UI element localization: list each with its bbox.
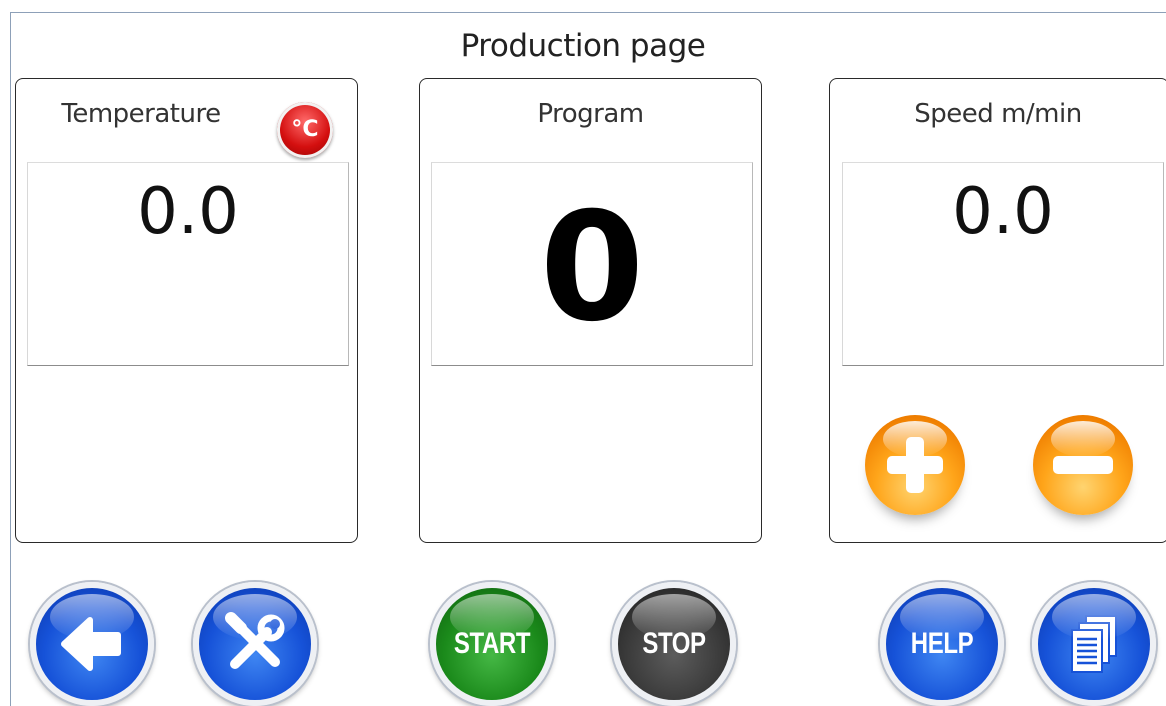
stop-button-label: STOP <box>642 627 706 660</box>
plus-icon <box>887 437 943 493</box>
speed-panel: Speed m/min 0.0 <box>829 78 1166 543</box>
speed-title: Speed m/min <box>914 99 1082 129</box>
window-border-top <box>10 12 1166 13</box>
help-button-label: HELP <box>910 627 974 660</box>
temperature-value: 0.0 <box>137 175 239 249</box>
speed-decrease-button[interactable] <box>1033 415 1133 515</box>
minus-icon <box>1053 456 1113 474</box>
program-panel: Program 0 <box>419 78 762 543</box>
settings-button[interactable] <box>193 582 317 706</box>
document-icon <box>1071 615 1117 673</box>
help-button[interactable]: HELP <box>880 582 1004 706</box>
program-title: Program <box>537 99 644 129</box>
speed-value-box: 0.0 <box>842 162 1164 366</box>
tools-icon <box>225 612 285 669</box>
window-border-left <box>10 12 11 706</box>
speed-increase-button[interactable] <box>865 415 965 515</box>
temperature-title: Temperature <box>61 99 221 129</box>
back-button[interactable] <box>30 582 154 706</box>
program-value-box: 0 <box>431 162 753 366</box>
celsius-icon: °C <box>277 102 333 158</box>
program-value: 0 <box>539 181 645 355</box>
start-button-label: START <box>453 627 531 660</box>
start-button[interactable]: START <box>430 582 554 706</box>
temperature-value-box: 0.0 <box>27 162 349 366</box>
page-title: Production page <box>460 28 706 64</box>
stop-button[interactable]: STOP <box>612 582 736 706</box>
temperature-panel: Temperature °C 0.0 <box>15 78 358 543</box>
documents-button[interactable] <box>1032 582 1156 706</box>
speed-value: 0.0 <box>952 175 1054 249</box>
arrow-left-icon <box>61 617 121 671</box>
